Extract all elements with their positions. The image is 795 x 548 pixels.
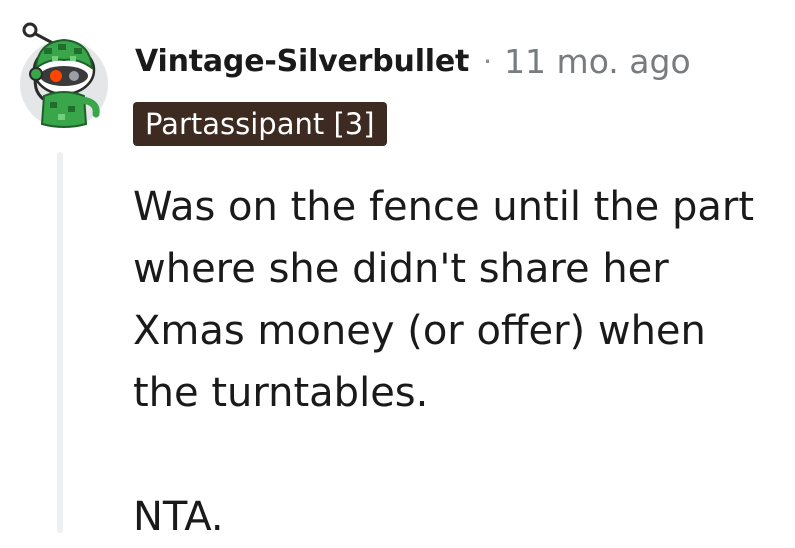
comment-paragraph: NTA. — [133, 494, 224, 540]
comment-timestamp[interactable]: 11 mo. ago — [504, 42, 691, 81]
comment-header: Vintage-Silverbullet · 11 mo. ago — [135, 38, 691, 84]
snoo-avatar-icon[interactable] — [18, 18, 110, 130]
author-username[interactable]: Vintage-Silverbullet — [135, 44, 469, 79]
comment-paragraph: Was on the fence until the part where sh… — [133, 184, 755, 416]
thread-line[interactable] — [57, 152, 63, 533]
meta-separator: · — [483, 44, 493, 78]
user-flair: Partassipant [3] — [133, 102, 387, 146]
comment-body: Was on the fence until the part where sh… — [133, 176, 783, 548]
